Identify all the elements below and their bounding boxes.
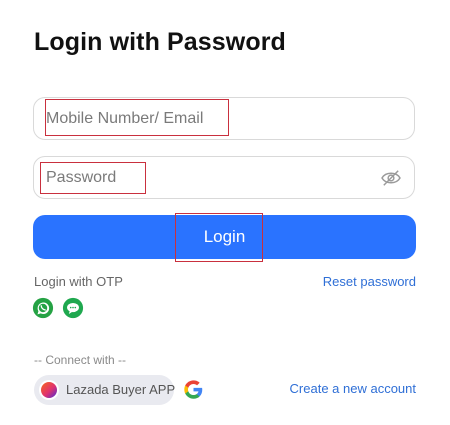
password-field[interactable]: [33, 156, 415, 199]
otp-label: Login with OTP: [34, 274, 123, 289]
lazada-logo-icon: [39, 380, 59, 400]
whatsapp-icon[interactable]: [32, 297, 54, 319]
email-field[interactable]: [33, 97, 415, 140]
google-icon[interactable]: [183, 379, 204, 400]
create-account-link[interactable]: Create a new account: [290, 381, 416, 396]
connect-with-label: -- Connect with --: [34, 353, 127, 367]
page-title: Login with Password: [34, 28, 286, 56]
lazada-app-label: Lazada Buyer APP: [66, 382, 176, 397]
lazada-buyer-app-button[interactable]: Lazada Buyer APP: [34, 375, 176, 405]
message-icon[interactable]: [62, 297, 84, 319]
email-input[interactable]: [34, 98, 414, 139]
reset-password-link[interactable]: Reset password: [323, 274, 416, 289]
eye-off-icon[interactable]: [380, 169, 402, 187]
password-input[interactable]: [34, 157, 414, 198]
login-button[interactable]: Login: [33, 215, 416, 259]
